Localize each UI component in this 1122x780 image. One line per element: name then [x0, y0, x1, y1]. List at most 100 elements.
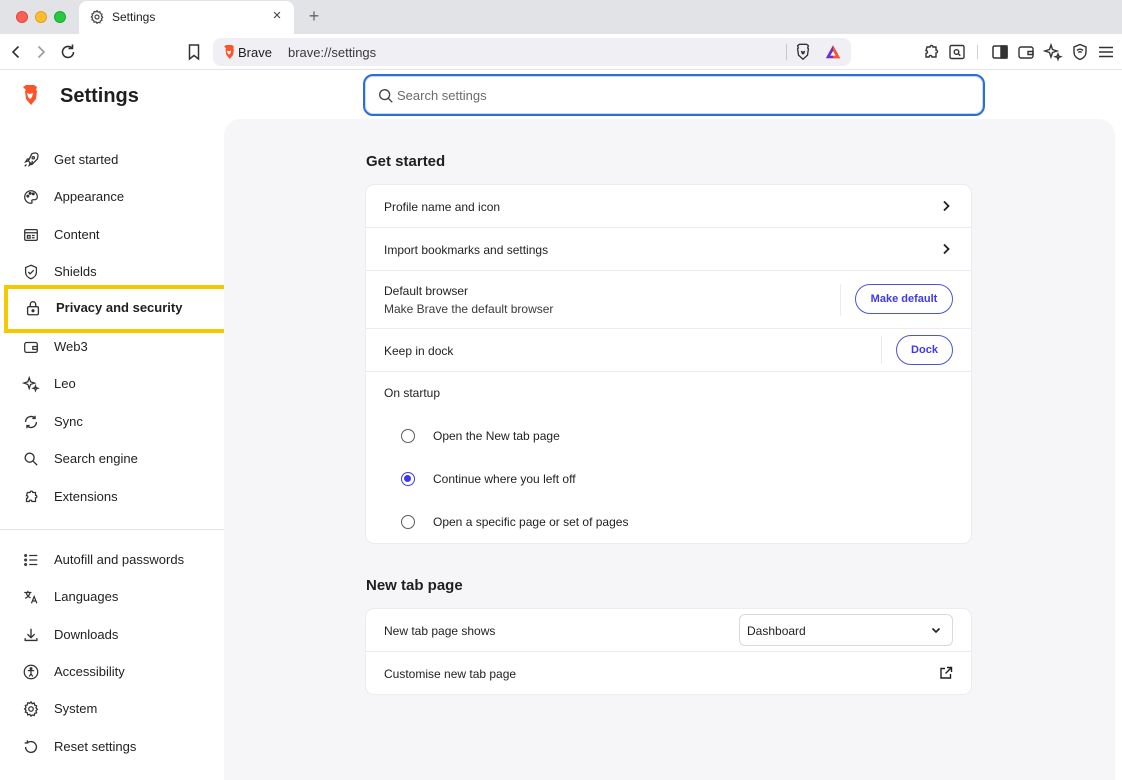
- sidebar-item-label: Downloads: [54, 627, 119, 642]
- sidebar-item-label: Web3: [54, 339, 88, 354]
- sidebar-item-reset-settings[interactable]: Reset settings: [0, 732, 224, 762]
- sidebar-item-appearance[interactable]: Appearance: [0, 182, 224, 212]
- autofill-list-icon: [24, 553, 38, 567]
- sidebar-item-extensions[interactable]: Extensions: [0, 482, 224, 512]
- gear-icon: [23, 700, 39, 718]
- sidebar-item-autofill[interactable]: Autofill and passwords: [0, 545, 224, 575]
- puzzle-icon: [25, 490, 38, 503]
- row-label: Customise new tab page: [384, 667, 517, 681]
- shield-icon: [24, 264, 38, 280]
- brave-shields-icon[interactable]: [794, 43, 812, 61]
- sidebar-item-label: Get started: [54, 152, 119, 167]
- get-started-card: Profile name and icon Import bookmarks a…: [366, 185, 971, 543]
- content-icon: [24, 228, 38, 242]
- leo-sparkle-icon: [22, 375, 40, 393]
- sidebar-item-label: Shields: [54, 264, 97, 279]
- tab-strip: Settings × +: [0, 0, 1122, 34]
- row-label: Profile name and icon: [384, 200, 501, 214]
- new-tab-button[interactable]: +: [305, 6, 323, 26]
- sidebar-item-sync[interactable]: Sync: [0, 407, 224, 437]
- wallet-icon: [24, 341, 38, 354]
- lock-icon: [26, 301, 40, 316]
- keep-in-dock-row: Keep in dock Dock: [366, 329, 971, 372]
- row-divider: [840, 284, 841, 316]
- sidebar-item-label: System: [54, 701, 98, 716]
- back-icon[interactable]: [6, 42, 26, 62]
- radio-new-tab-page[interactable]: [401, 429, 415, 443]
- forward-icon[interactable]: [31, 42, 51, 62]
- brave-logo-icon: [23, 85, 37, 105]
- brave-lion-icon: [224, 45, 234, 59]
- tab-close-icon[interactable]: ×: [268, 7, 286, 25]
- make-default-button[interactable]: Make default: [855, 284, 953, 314]
- sidebar-item-shields[interactable]: Shields: [0, 257, 224, 287]
- translate-icon: [24, 590, 38, 604]
- window-minimize-button[interactable]: [35, 11, 47, 23]
- extensions-icon[interactable]: [921, 42, 941, 62]
- sidebar-item-label: Content: [54, 227, 100, 242]
- download-icon: [24, 628, 38, 642]
- sidebar-item-label: Sync: [54, 414, 83, 429]
- page-title: Settings: [60, 85, 139, 107]
- sidebar-item-label: Appearance: [54, 189, 125, 204]
- brave-rewards-icon[interactable]: [824, 43, 842, 61]
- bookmark-icon[interactable]: [184, 42, 204, 62]
- browser-toolbar: Brave brave://settings: [0, 34, 1122, 70]
- section-title-new-tab-page: New tab page: [366, 577, 463, 594]
- sidebar-item-label: Autofill and passwords: [54, 552, 185, 567]
- wallet-icon[interactable]: [1016, 42, 1036, 62]
- sidebar-item-label: Languages: [54, 589, 119, 604]
- sidebar-item-downloads[interactable]: Downloads: [0, 620, 224, 650]
- row-label: Import bookmarks and settings: [384, 243, 549, 257]
- chevron-right-icon: [943, 243, 950, 255]
- new-tab-shows-select[interactable]: Dashboard: [739, 614, 953, 646]
- address-bar[interactable]: Brave brave://settings: [213, 38, 851, 66]
- sidebar-item-search-engine[interactable]: Search engine: [0, 444, 224, 474]
- search-box[interactable]: [363, 74, 985, 116]
- tab-settings[interactable]: Settings ×: [79, 1, 294, 34]
- gear-icon: [90, 9, 104, 25]
- sidebar-item-get-started[interactable]: Get started: [0, 145, 224, 175]
- sidebar-item-label: Leo: [54, 376, 76, 391]
- sidebar-item-accessibility[interactable]: Accessibility: [0, 657, 224, 687]
- new-tab-shows-row: New tab page shows Dashboard: [366, 609, 971, 652]
- customise-new-tab-row[interactable]: Customise new tab page: [366, 652, 971, 694]
- profile-name-row[interactable]: Profile name and icon: [366, 185, 971, 228]
- window-zoom-button[interactable]: [54, 11, 66, 23]
- url-text[interactable]: brave://settings: [288, 45, 376, 60]
- select-value: Dashboard: [747, 624, 806, 638]
- dock-button[interactable]: Dock: [896, 335, 953, 365]
- radio-continue-where-left-off[interactable]: [401, 472, 415, 486]
- reset-icon: [24, 740, 38, 754]
- sidebar-item-label: Extensions: [54, 489, 118, 504]
- window-close-button[interactable]: [16, 11, 28, 23]
- sidebar-item-languages[interactable]: Languages: [0, 582, 224, 612]
- omnibox-divider: [786, 44, 787, 60]
- sidebar-item-leo[interactable]: Leo: [0, 369, 224, 399]
- row-label: Default browser: [384, 284, 469, 298]
- sidebar-item-privacy-and-security[interactable]: Privacy and security: [4, 285, 230, 333]
- menu-icon[interactable]: [1096, 42, 1116, 62]
- radio-label[interactable]: Open a specific page or set of pages: [433, 515, 628, 529]
- search-input[interactable]: [397, 85, 957, 105]
- radio-specific-pages[interactable]: [401, 515, 415, 529]
- row-label: Keep in dock: [384, 344, 454, 358]
- import-bookmarks-row[interactable]: Import bookmarks and settings: [366, 228, 971, 271]
- sidebar-item-content[interactable]: Content: [0, 220, 224, 250]
- tab-title: Settings: [112, 10, 156, 24]
- sidebar-item-label: Search engine: [54, 451, 138, 466]
- vpn-icon[interactable]: [1070, 42, 1090, 62]
- sync-icon: [24, 415, 38, 429]
- chevron-right-icon: [943, 200, 950, 212]
- default-browser-row: Default browser Make Brave the default b…: [366, 271, 971, 329]
- sidebar-item-label: Accessibility: [54, 664, 125, 679]
- page-search-icon[interactable]: [947, 42, 967, 62]
- leo-icon[interactable]: [1043, 42, 1063, 62]
- sidebar-item-web3[interactable]: Web3: [0, 332, 224, 362]
- reload-icon[interactable]: [58, 42, 78, 62]
- sidebar-item-system[interactable]: System: [0, 694, 224, 724]
- radio-label[interactable]: Open the New tab page: [433, 429, 560, 443]
- rocket-icon: [24, 152, 39, 167]
- radio-label[interactable]: Continue where you left off: [433, 472, 576, 486]
- sidebar-toggle-icon[interactable]: [990, 42, 1010, 62]
